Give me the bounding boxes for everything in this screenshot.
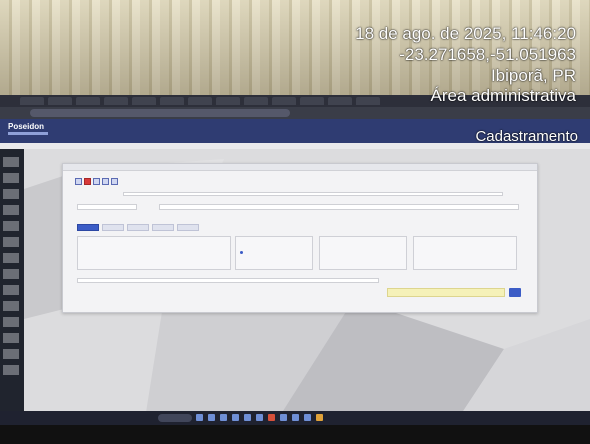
sidebar-thumbnail[interactable]	[3, 365, 19, 375]
form-tab[interactable]	[102, 224, 124, 231]
browser-tab[interactable]	[244, 97, 268, 105]
city-overlay: Ibiporã, PR	[490, 66, 576, 85]
sidebar-thumbnail[interactable]	[3, 285, 19, 295]
left-sidebar	[0, 149, 24, 425]
timestamp-overlay: 18 de ago. de 2025, 11:46:20	[355, 24, 576, 43]
browser-tab[interactable]	[76, 97, 100, 105]
browser-tab[interactable]	[20, 97, 44, 105]
code-field[interactable]	[77, 204, 137, 210]
go-arrow-icon[interactable]	[509, 288, 521, 297]
monitor: Poseidon	[0, 95, 590, 444]
form-panel	[62, 163, 538, 313]
requirements-box	[319, 236, 407, 270]
search-icon[interactable]	[158, 414, 192, 422]
sidebar-thumbnail[interactable]	[3, 349, 19, 359]
url-field[interactable]	[30, 109, 290, 117]
sidebar-thumbnail[interactable]	[3, 301, 19, 311]
browser-tab[interactable]	[272, 97, 296, 105]
taskbar-icon[interactable]	[220, 414, 227, 421]
taskbar-icon[interactable]	[304, 414, 311, 421]
taskbar-icon[interactable]	[208, 414, 215, 421]
app-logo-icon: Poseidon	[8, 122, 45, 131]
form-panel-header	[63, 164, 537, 171]
details-box	[77, 236, 231, 270]
toolbar-button[interactable]	[93, 178, 100, 185]
browser-tab[interactable]	[356, 97, 380, 105]
highlighted-field[interactable]	[387, 288, 505, 297]
taskbar-icon[interactable]	[268, 414, 275, 421]
taskbar-icon[interactable]	[232, 414, 239, 421]
sidebar-thumbnail[interactable]	[3, 269, 19, 279]
sidebar-thumbnail[interactable]	[3, 253, 19, 263]
sidebar-thumbnail[interactable]	[3, 333, 19, 343]
name-field[interactable]	[159, 204, 519, 210]
notes-field[interactable]	[77, 278, 379, 283]
app-logo-subtitle	[8, 132, 48, 135]
sidebar-thumbnail[interactable]	[3, 157, 19, 167]
form-tab[interactable]	[152, 224, 174, 231]
toolbar-delete-button[interactable]	[84, 178, 91, 185]
sidebar-thumbnail[interactable]	[3, 221, 19, 231]
browser-tab[interactable]	[132, 97, 156, 105]
taskbar-icon[interactable]	[292, 414, 299, 421]
browser-address-bar	[0, 107, 590, 119]
area-overlay: Área administrativa	[430, 86, 576, 105]
taskbar-icon[interactable]	[196, 414, 203, 421]
taskbar-icon[interactable]	[316, 414, 323, 421]
taskbar-icon[interactable]	[244, 414, 251, 421]
browser-tab[interactable]	[300, 97, 324, 105]
sidebar-thumbnail[interactable]	[3, 317, 19, 327]
browser-tab[interactable]	[48, 97, 72, 105]
browser-tab[interactable]	[160, 97, 184, 105]
taskbar-icon[interactable]	[280, 414, 287, 421]
browser-tab[interactable]	[216, 97, 240, 105]
type-box	[235, 236, 313, 270]
form-tab[interactable]	[127, 224, 149, 231]
radio-icon[interactable]	[240, 251, 243, 254]
browser-tab[interactable]	[104, 97, 128, 105]
browser-tab[interactable]	[328, 97, 352, 105]
coordinates-overlay: -23.271658,-51.051963	[399, 45, 576, 64]
section-overlay: Cadastramento	[475, 128, 578, 145]
toolbar-button[interactable]	[111, 178, 118, 185]
sidebar-thumbnail[interactable]	[3, 189, 19, 199]
toolbar-button[interactable]	[102, 178, 109, 185]
sidebar-thumbnail[interactable]	[3, 173, 19, 183]
form-tab[interactable]	[77, 224, 99, 231]
browser-tab[interactable]	[188, 97, 212, 105]
secondary-field[interactable]	[123, 192, 503, 196]
sidebar-thumbnail[interactable]	[3, 237, 19, 247]
taskbar	[0, 411, 590, 425]
form-tab[interactable]	[177, 224, 199, 231]
toolbar-button[interactable]	[75, 178, 82, 185]
info-box	[413, 236, 517, 270]
taskbar-icon[interactable]	[256, 414, 263, 421]
sidebar-thumbnail[interactable]	[3, 205, 19, 215]
